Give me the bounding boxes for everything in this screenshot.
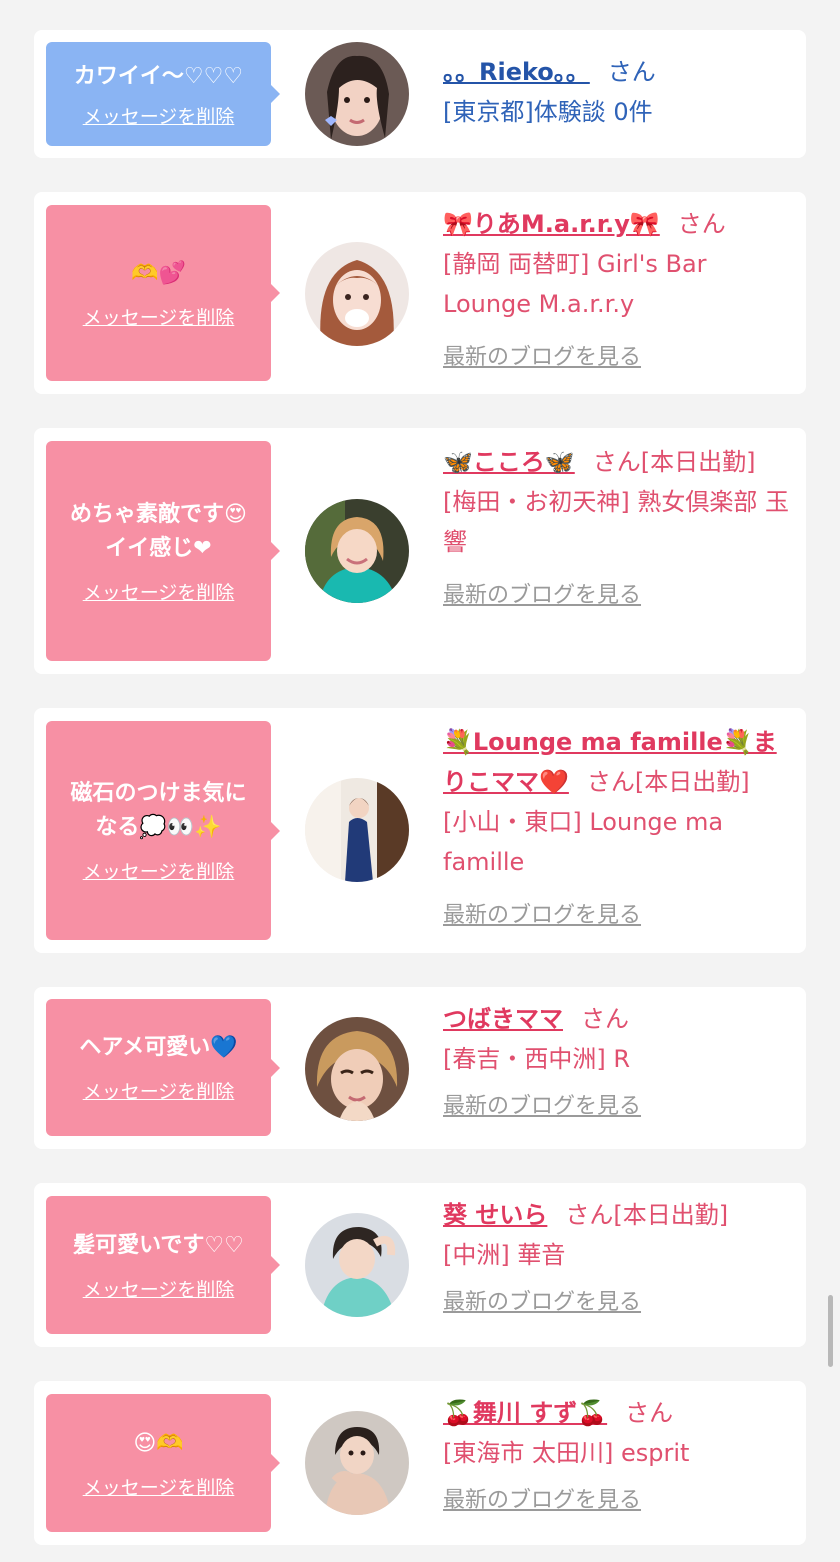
delete-message-link[interactable]: メッセージを削除 bbox=[83, 578, 235, 605]
sender-shop: [東海市 太田川] esprit bbox=[443, 1439, 690, 1467]
message-text: ヘアメ可愛い💙 bbox=[79, 1035, 238, 1060]
avatar-photo bbox=[305, 1411, 409, 1515]
message-text: めちゃ素敵です😍 イイ感じ❤ bbox=[70, 501, 247, 561]
avatar[interactable] bbox=[305, 1411, 409, 1515]
message-card: 🫶💕 メッセージを削除 🎀りあM.a.r.r.y🎀 さん [静岡 両替町] Gir… bbox=[34, 192, 806, 394]
avatar[interactable] bbox=[305, 499, 409, 603]
delete-message-link[interactable]: メッセージを削除 bbox=[83, 1077, 235, 1104]
sender-info: 💐Lounge ma famille💐まりこママ❤️ さん[本日出勤] [小山・東… bbox=[443, 722, 792, 936]
sender-shop: [静岡 両替町] Girl's Bar Lounge M.a.r.r.y bbox=[443, 250, 707, 318]
sender-info: 🎀りあM.a.r.r.y🎀 さん [静岡 両替町] Girl's Bar Loun… bbox=[443, 204, 792, 378]
message-card: 髪可愛いです♡♡ メッセージを削除 葵 せいら さん[本日出勤] [中洲] 華音 … bbox=[34, 1183, 806, 1347]
message-bubble: 🫶💕 メッセージを削除 bbox=[46, 205, 280, 381]
message-bubble: 磁石のつけま気に なる💭👀✨ メッセージを削除 bbox=[46, 721, 280, 940]
sender-info: 🍒舞川 すず🍒 さん [東海市 太田川] esprit 最新のブログを見る bbox=[443, 1393, 792, 1521]
latest-blog-link[interactable]: 最新のブログを見る bbox=[443, 1481, 792, 1521]
message-card: ヘアメ可愛い💙 メッセージを削除 つばきママ さん [春吉・西中洲] R 最新のブ… bbox=[34, 987, 806, 1149]
sender-name-link[interactable]: 🦋こころ🦋 bbox=[443, 448, 575, 476]
message-text: カワイイ〜♡♡♡ bbox=[73, 63, 244, 89]
sender-name-link[interactable]: つばきママ bbox=[443, 1005, 563, 1033]
message-bubble: ヘアメ可愛い💙 メッセージを削除 bbox=[46, 999, 280, 1136]
message-bubble: 髪可愛いです♡♡ メッセージを削除 bbox=[46, 1196, 280, 1334]
sender-name-link[interactable]: 。。Rieko。。 bbox=[443, 58, 590, 86]
avatar-photo bbox=[305, 242, 409, 346]
latest-blog-link[interactable]: 最新のブログを見る bbox=[443, 1283, 792, 1323]
avatar[interactable] bbox=[305, 778, 409, 882]
sender-shop: [東京都]体験談 0件 bbox=[443, 98, 653, 126]
sender-suffix: さん bbox=[581, 1005, 629, 1033]
sender-suffix: さん[本日出勤] bbox=[565, 1201, 729, 1229]
avatar-photo bbox=[305, 778, 409, 882]
sender-name-link[interactable]: 葵 せいら bbox=[443, 1201, 547, 1229]
avatar-photo bbox=[305, 42, 409, 146]
delete-message-link[interactable]: メッセージを削除 bbox=[83, 1473, 235, 1500]
latest-blog-link[interactable]: 最新のブログを見る bbox=[443, 338, 792, 378]
sender-info: 🦋こころ🦋 さん[本日出勤] [梅田・お初天神] 熟女倶楽部 玉響 最新のブログを… bbox=[443, 442, 792, 616]
scrollbar[interactable] bbox=[828, 1295, 833, 1367]
message-bubble: カワイイ〜♡♡♡ メッセージを削除 bbox=[46, 42, 280, 146]
delete-message-link[interactable]: メッセージを削除 bbox=[83, 102, 235, 129]
sender-info: 葵 せいら さん[本日出勤] [中洲] 華音 最新のブログを見る bbox=[443, 1195, 792, 1323]
message-card: めちゃ素敵です😍 イイ感じ❤ メッセージを削除 🦋こころ🦋 さん[本日出勤] [梅… bbox=[34, 428, 806, 674]
message-bubble: めちゃ素敵です😍 イイ感じ❤ メッセージを削除 bbox=[46, 441, 280, 661]
sender-shop: [小山・東口] Lounge ma famille bbox=[443, 808, 724, 876]
message-text: 😍🫶 bbox=[133, 1430, 184, 1456]
sender-name-link[interactable]: 🎀りあM.a.r.r.y🎀 bbox=[443, 210, 660, 238]
avatar-photo bbox=[305, 499, 409, 603]
avatar[interactable] bbox=[305, 1017, 409, 1121]
message-text: 🫶💕 bbox=[131, 260, 186, 286]
sender-shop: [梅田・お初天神] 熟女倶楽部 玉響 bbox=[443, 488, 789, 556]
sender-suffix: さん bbox=[677, 210, 726, 238]
sender-shop: [春吉・西中洲] R bbox=[443, 1045, 631, 1073]
message-card: カワイイ〜♡♡♡ メッセージを削除 。。Rieko。。 さん [東京都]体験談 0… bbox=[34, 30, 806, 158]
delete-message-link[interactable]: メッセージを削除 bbox=[83, 303, 235, 330]
sender-suffix: さん[本日出勤] bbox=[592, 448, 756, 476]
avatar-photo bbox=[305, 1017, 409, 1121]
message-card: 磁石のつけま気に なる💭👀✨ メッセージを削除 💐Lounge ma famil… bbox=[34, 708, 806, 953]
sender-name-link[interactable]: 🍒舞川 すず🍒 bbox=[443, 1399, 607, 1427]
sender-suffix: さん bbox=[625, 1399, 674, 1427]
avatar[interactable] bbox=[305, 242, 409, 346]
message-card: 😍🫶 メッセージを削除 🍒舞川 すず🍒 さん [東海市 太田川] esprit 最… bbox=[34, 1381, 806, 1545]
message-bubble: 😍🫶 メッセージを削除 bbox=[46, 1394, 280, 1532]
sender-shop: [中洲] 華音 bbox=[443, 1241, 566, 1269]
latest-blog-link[interactable]: 最新のブログを見る bbox=[443, 1087, 792, 1127]
sender-info: つばきママ さん [春吉・西中洲] R 最新のブログを見る bbox=[443, 999, 792, 1127]
avatar-photo bbox=[305, 1213, 409, 1317]
message-list: カワイイ〜♡♡♡ メッセージを削除 。。Rieko。。 さん [東京都]体験談 0… bbox=[0, 0, 840, 1562]
delete-message-link[interactable]: メッセージを削除 bbox=[83, 857, 235, 884]
latest-blog-link[interactable]: 最新のブログを見る bbox=[443, 896, 792, 936]
avatar[interactable] bbox=[305, 1213, 409, 1317]
avatar[interactable] bbox=[305, 42, 409, 146]
latest-blog-link[interactable]: 最新のブログを見る bbox=[443, 576, 792, 616]
message-text: 磁石のつけま気に なる💭👀✨ bbox=[70, 781, 247, 840]
sender-suffix: さん[本日出勤] bbox=[586, 768, 750, 796]
sender-suffix: さん bbox=[607, 58, 656, 86]
delete-message-link[interactable]: メッセージを削除 bbox=[83, 1275, 235, 1302]
message-text: 髪可愛いです♡♡ bbox=[73, 1232, 244, 1258]
sender-info: 。。Rieko。。 さん [東京都]体験談 0件 bbox=[443, 52, 792, 132]
